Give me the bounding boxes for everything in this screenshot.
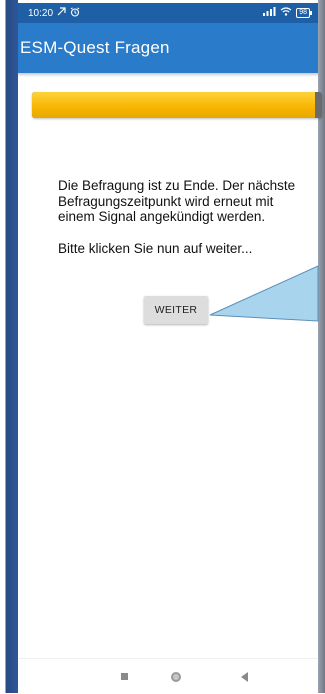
- progress-bar: [32, 92, 322, 118]
- message-area: Die Befragung ist zu Ende. Der nächste B…: [58, 178, 298, 256]
- alarm-icon: [70, 6, 80, 20]
- device-frame-left: [0, 0, 18, 693]
- signal-icon: [262, 7, 276, 19]
- progress-fill: [32, 92, 315, 118]
- weiter-button[interactable]: WEITER: [144, 296, 208, 324]
- continue-prompt: Bitte klicken Sie nun auf weiter...: [58, 240, 253, 256]
- status-time: 10:20: [28, 7, 54, 19]
- recent-apps-icon[interactable]: [104, 659, 144, 694]
- status-bar: 10:20 98: [18, 3, 318, 23]
- app-title: ESM-Quest Fragen: [20, 38, 170, 57]
- back-icon[interactable]: [224, 659, 264, 694]
- battery-icon: 98: [296, 8, 312, 18]
- wifi-icon: [280, 7, 292, 19]
- app-bar: ESM-Quest Fragen: [18, 23, 318, 73]
- missed-call-icon: [57, 7, 66, 19]
- survey-end-message: Die Befragung ist zu Ende. Der nächste B…: [58, 178, 296, 224]
- navigation-bar: [18, 658, 318, 694]
- app-bar-shadow: [18, 73, 318, 77]
- status-right: 98: [262, 7, 312, 19]
- home-icon[interactable]: [156, 659, 196, 694]
- status-left: 10:20: [28, 6, 80, 20]
